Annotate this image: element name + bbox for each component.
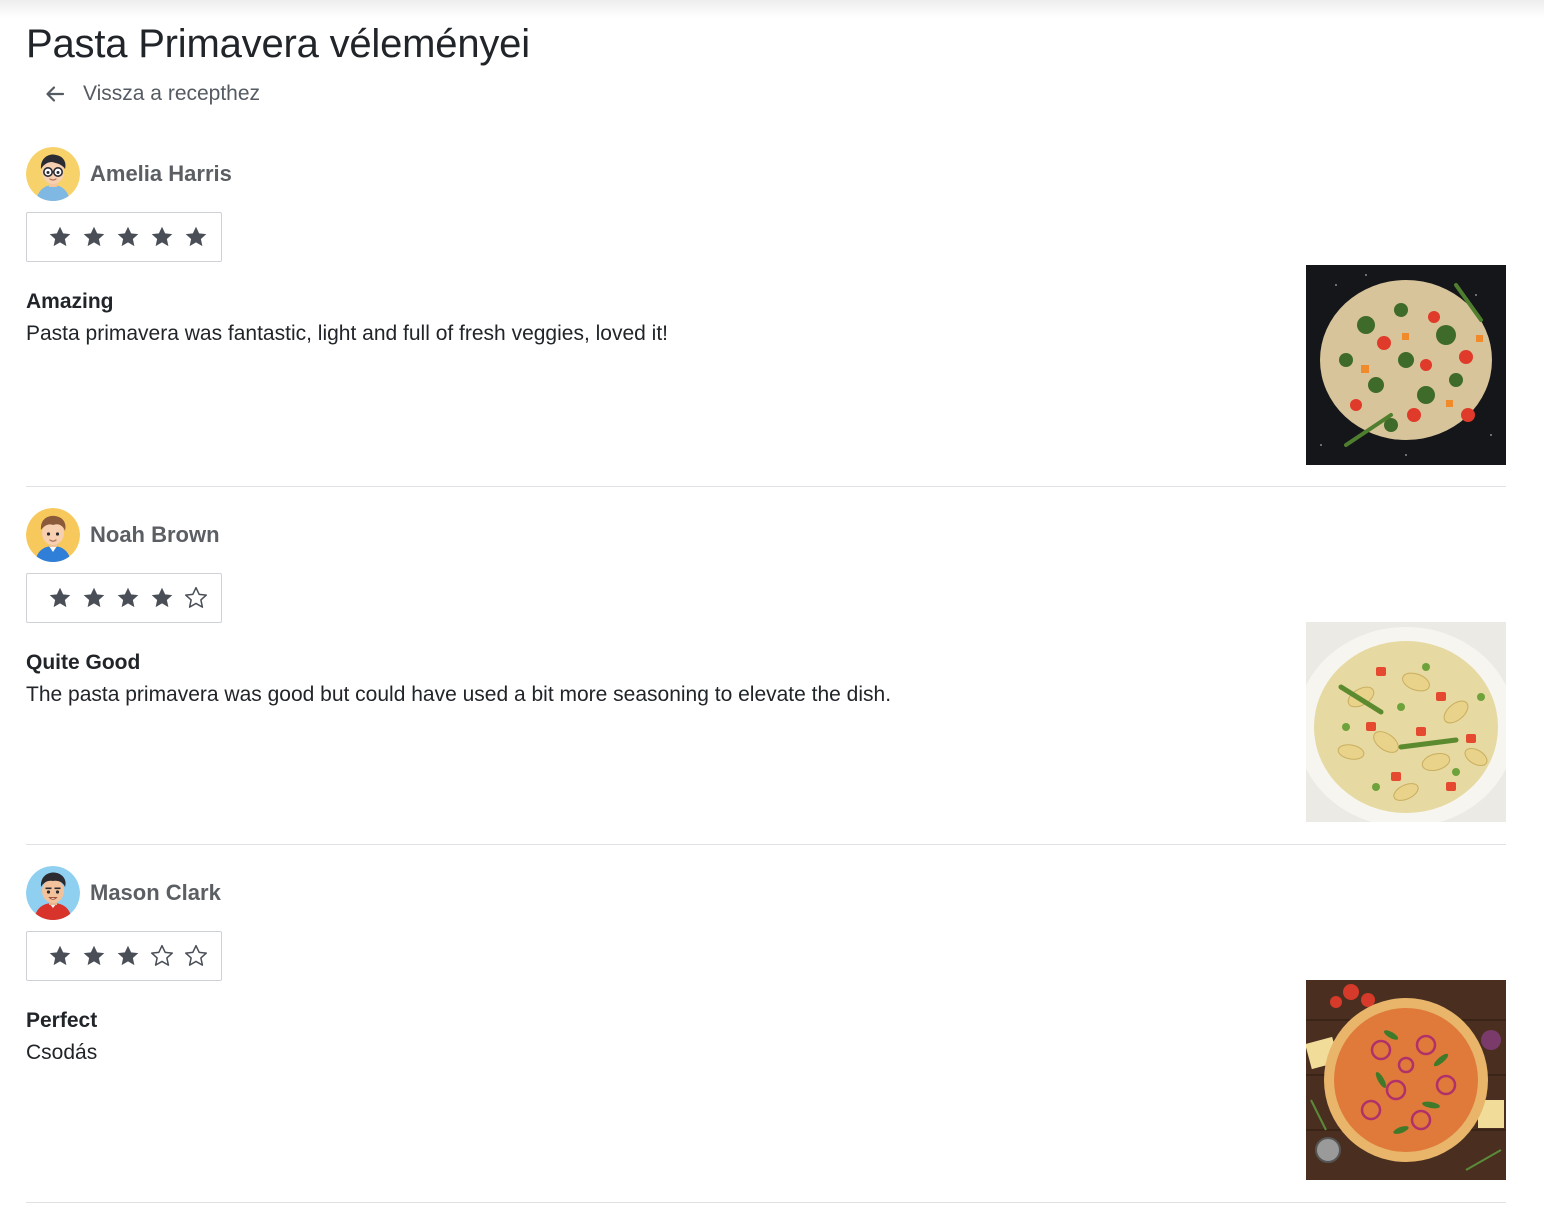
star-filled-icon bbox=[47, 224, 73, 250]
star-filled-icon bbox=[115, 585, 141, 611]
review-title: Quite Good bbox=[26, 651, 141, 674]
review-author-name: Noah Brown bbox=[90, 522, 220, 547]
review-author-name: Amelia Harris bbox=[90, 161, 232, 186]
review-text: The pasta primavera was good but could h… bbox=[26, 683, 892, 706]
star-filled-icon bbox=[183, 224, 209, 250]
star-rating bbox=[26, 573, 222, 623]
star-empty-icon bbox=[149, 943, 175, 969]
star-rating bbox=[26, 931, 222, 981]
review-author: Amelia Harris bbox=[26, 147, 1506, 201]
avatar-red-hoodie bbox=[26, 866, 80, 920]
review-text: Csodás bbox=[26, 1041, 98, 1064]
avatar-glasses bbox=[26, 147, 80, 201]
avatar-boy bbox=[26, 508, 80, 562]
star-filled-icon bbox=[149, 585, 175, 611]
review-list: Amelia Harris Amazing Pasta primavera wa… bbox=[26, 129, 1506, 1203]
star-filled-icon bbox=[81, 224, 107, 250]
review-card: Amelia Harris Amazing Pasta primavera wa… bbox=[26, 129, 1506, 487]
page-title: Pasta Primavera véleményei bbox=[26, 22, 530, 66]
star-filled-icon bbox=[47, 943, 73, 969]
arrow-left-icon bbox=[44, 83, 66, 105]
star-empty-icon bbox=[183, 585, 209, 611]
star-empty-icon bbox=[183, 943, 209, 969]
star-filled-icon bbox=[81, 585, 107, 611]
star-filled-icon bbox=[115, 943, 141, 969]
review-card: Noah Brown Quite Good The pasta primaver… bbox=[26, 487, 1506, 845]
star-filled-icon bbox=[47, 585, 73, 611]
pasta-dark-plate-photo[interactable] bbox=[1306, 265, 1506, 465]
star-filled-icon bbox=[81, 943, 107, 969]
star-rating bbox=[26, 212, 222, 262]
review-title: Amazing bbox=[26, 290, 114, 313]
review-text: Pasta primavera was fantastic, light and… bbox=[26, 322, 668, 345]
pizza-photo[interactable] bbox=[1306, 980, 1506, 1180]
star-filled-icon bbox=[149, 224, 175, 250]
review-author-name: Mason Clark bbox=[90, 880, 221, 905]
pasta-white-plate-photo[interactable] bbox=[1306, 622, 1506, 822]
back-to-recipe-link[interactable]: Vissza a recepthez bbox=[44, 81, 1506, 107]
star-filled-icon bbox=[115, 224, 141, 250]
review-author: Mason Clark bbox=[26, 866, 1506, 920]
reviews-page: Pasta Primavera véleményei Vissza a rece… bbox=[26, 0, 1506, 1203]
back-link-label: Vissza a recepthez bbox=[83, 82, 261, 105]
review-card: Mason Clark Perfect Csodás bbox=[26, 845, 1506, 1203]
review-title: Perfect bbox=[26, 1009, 98, 1032]
review-author: Noah Brown bbox=[26, 508, 1506, 562]
